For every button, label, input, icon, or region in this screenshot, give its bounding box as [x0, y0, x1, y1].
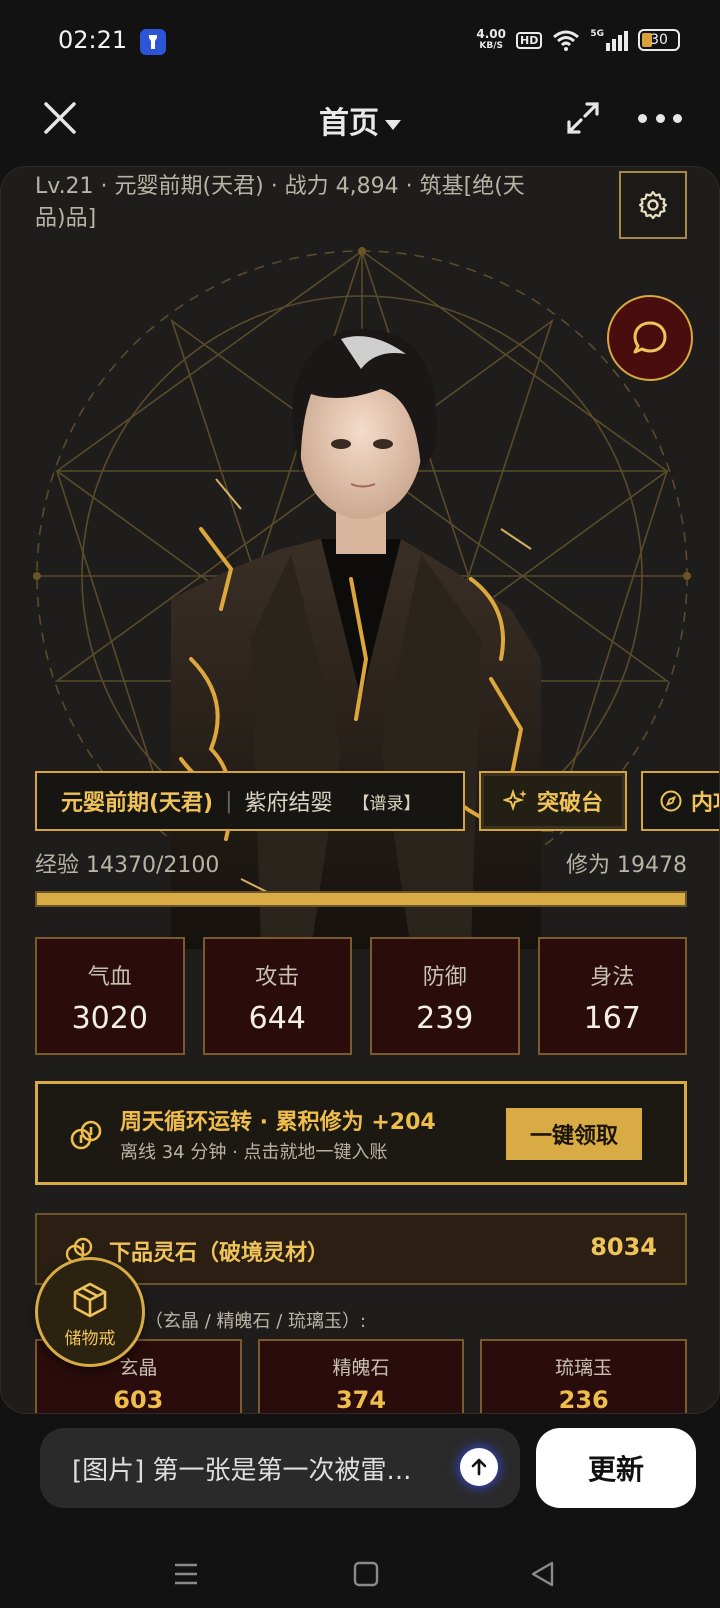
claim-all-button[interactable]: 一键领取 — [506, 1108, 642, 1160]
back-icon — [531, 1561, 554, 1587]
materials-label: 材（玄晶 / 精魄石 / 琉璃玉）: — [127, 1311, 367, 1332]
material-value: 236 — [558, 1386, 609, 1414]
expand-button[interactable] — [565, 100, 601, 136]
stat-label: 身法 — [590, 965, 635, 990]
gear-icon — [638, 190, 668, 220]
character-portrait — [171, 328, 541, 949]
inner-skill-label: 内功 — [691, 791, 719, 816]
stat-label: 气血 — [87, 965, 132, 990]
page-title-dropdown[interactable]: 首页 — [0, 98, 720, 142]
composer-text[interactable]: [图片] 第一张是第一次被雷... — [72, 1450, 432, 1487]
arrow-up-icon — [471, 1458, 487, 1476]
stat-value: 239 — [416, 1001, 474, 1036]
nav-home-button[interactable] — [346, 1554, 386, 1594]
signal-label: 5G — [590, 29, 604, 39]
chat-button[interactable] — [607, 295, 693, 381]
status-indicators: 4.00 KB/S HD 5G 30 — [476, 28, 680, 52]
compass-icon — [660, 790, 682, 812]
offline-reward-title: 周天循环运转 · 累积修为 +204 — [120, 1110, 436, 1135]
stat-label: 攻击 — [255, 965, 300, 990]
material-item: 琉璃玉 236 — [480, 1339, 688, 1414]
realm-row: 元婴前期(天君) | 紫府结婴 【谱录】 突破台 内功 — [35, 771, 719, 831]
status-time: 02:21 — [58, 26, 128, 54]
app-header: 首页 — [0, 84, 720, 164]
caret-down-icon — [385, 119, 401, 130]
battery-icon: 30 — [638, 29, 680, 51]
flashlight-app-icon — [140, 29, 166, 55]
net-speed-value: 4.00 — [476, 27, 506, 41]
more-button[interactable] — [638, 108, 682, 128]
net-speed-unit: KB/S — [479, 41, 503, 51]
realm-sub: 紫府结婴 — [244, 791, 333, 816]
more-icon — [638, 113, 647, 123]
exp-text: 经验 14370/2100 — [35, 853, 220, 878]
stat-defense: 防御 239 — [370, 937, 520, 1055]
storage-ring-label: 储物戒 — [64, 1329, 116, 1349]
realm-info-box[interactable]: 元婴前期(天君) | 紫府结婴 【谱录】 — [35, 771, 465, 831]
exp-progress-fill — [37, 893, 685, 905]
main-card: Lv.21 · 元婴前期(天君) · 战力 4,894 · 筑基[绝(天品)品]… — [0, 166, 720, 1414]
nav-back-button[interactable] — [522, 1554, 562, 1594]
system-nav-bar — [0, 1540, 720, 1608]
materials-grid: 玄晶 603 精魄石 374 琉璃玉 236 — [35, 1339, 688, 1414]
spirit-stone-value: 8034 — [590, 1233, 657, 1261]
material-item: 精魄石 374 — [257, 1339, 465, 1414]
inner-skill-button[interactable]: 内功 — [641, 771, 719, 831]
battery-level: 30 — [650, 32, 668, 48]
realm-main: 元婴前期(天君) — [61, 791, 214, 816]
stat-value: 167 — [583, 1001, 641, 1036]
sparkle-icon — [502, 788, 527, 812]
message-composer[interactable]: [图片] 第一张是第一次被雷... — [40, 1428, 520, 1508]
update-button[interactable]: 更新 — [536, 1428, 696, 1508]
stat-attack: 攻击 644 — [202, 937, 352, 1055]
realm-separator: | — [225, 788, 233, 814]
stats-grid: 气血 3020 攻击 644 防御 239 身法 167 — [35, 937, 687, 1055]
breakthrough-label: 突破台 — [536, 791, 603, 816]
chat-bubble-icon — [633, 321, 667, 354]
profile-info: Lv.21 · 元婴前期(天君) · 战力 4,894 · 筑基[绝(天品)品] — [35, 174, 525, 231]
storage-ring-button[interactable]: 储物戒 — [35, 1257, 145, 1367]
offline-reward-subtitle: 离线 34 分钟 · 点击就地一键入账 — [120, 1142, 388, 1163]
stat-label: 防御 — [422, 965, 467, 990]
stat-value: 644 — [248, 1001, 306, 1036]
exp-progress-bar — [35, 891, 687, 907]
material-name: 琉璃玉 — [555, 1357, 613, 1379]
menu-icon — [175, 1563, 197, 1585]
status-bar: 02:21 4.00 KB/S HD 5G 30 — [0, 0, 720, 84]
box-icon — [73, 1282, 107, 1318]
page-title: 首页 — [319, 106, 379, 141]
material-name: 精魄石 — [332, 1357, 390, 1379]
spirit-stone-label: 下品灵石（破境灵材） — [109, 1241, 330, 1266]
stat-value: 3020 — [71, 1001, 148, 1036]
hd-badge: HD — [516, 31, 543, 49]
signal-icon: 5G — [590, 29, 628, 51]
stat-agility: 身法 167 — [537, 937, 687, 1055]
material-value: 374 — [335, 1386, 387, 1414]
realm-record-link[interactable]: 【谱录】 — [353, 789, 421, 814]
offline-reward-panel: 周天循环运转 · 累积修为 +204 离线 34 分钟 · 点击就地一键入账 一… — [35, 1081, 687, 1185]
stat-hp: 气血 3020 — [35, 937, 185, 1055]
nav-menu-button[interactable] — [166, 1554, 206, 1594]
expand-icon — [567, 102, 599, 134]
home-icon — [353, 1561, 379, 1587]
coins-icon — [70, 1120, 102, 1150]
net-speed: 4.00 KB/S — [476, 28, 506, 52]
material-value: 603 — [113, 1386, 164, 1414]
breakthrough-button[interactable]: 突破台 — [479, 771, 627, 831]
settings-button[interactable] — [619, 171, 687, 239]
send-button[interactable] — [460, 1448, 498, 1486]
cultivation-text: 修为 19478 — [566, 853, 687, 878]
wifi-icon — [553, 30, 580, 51]
